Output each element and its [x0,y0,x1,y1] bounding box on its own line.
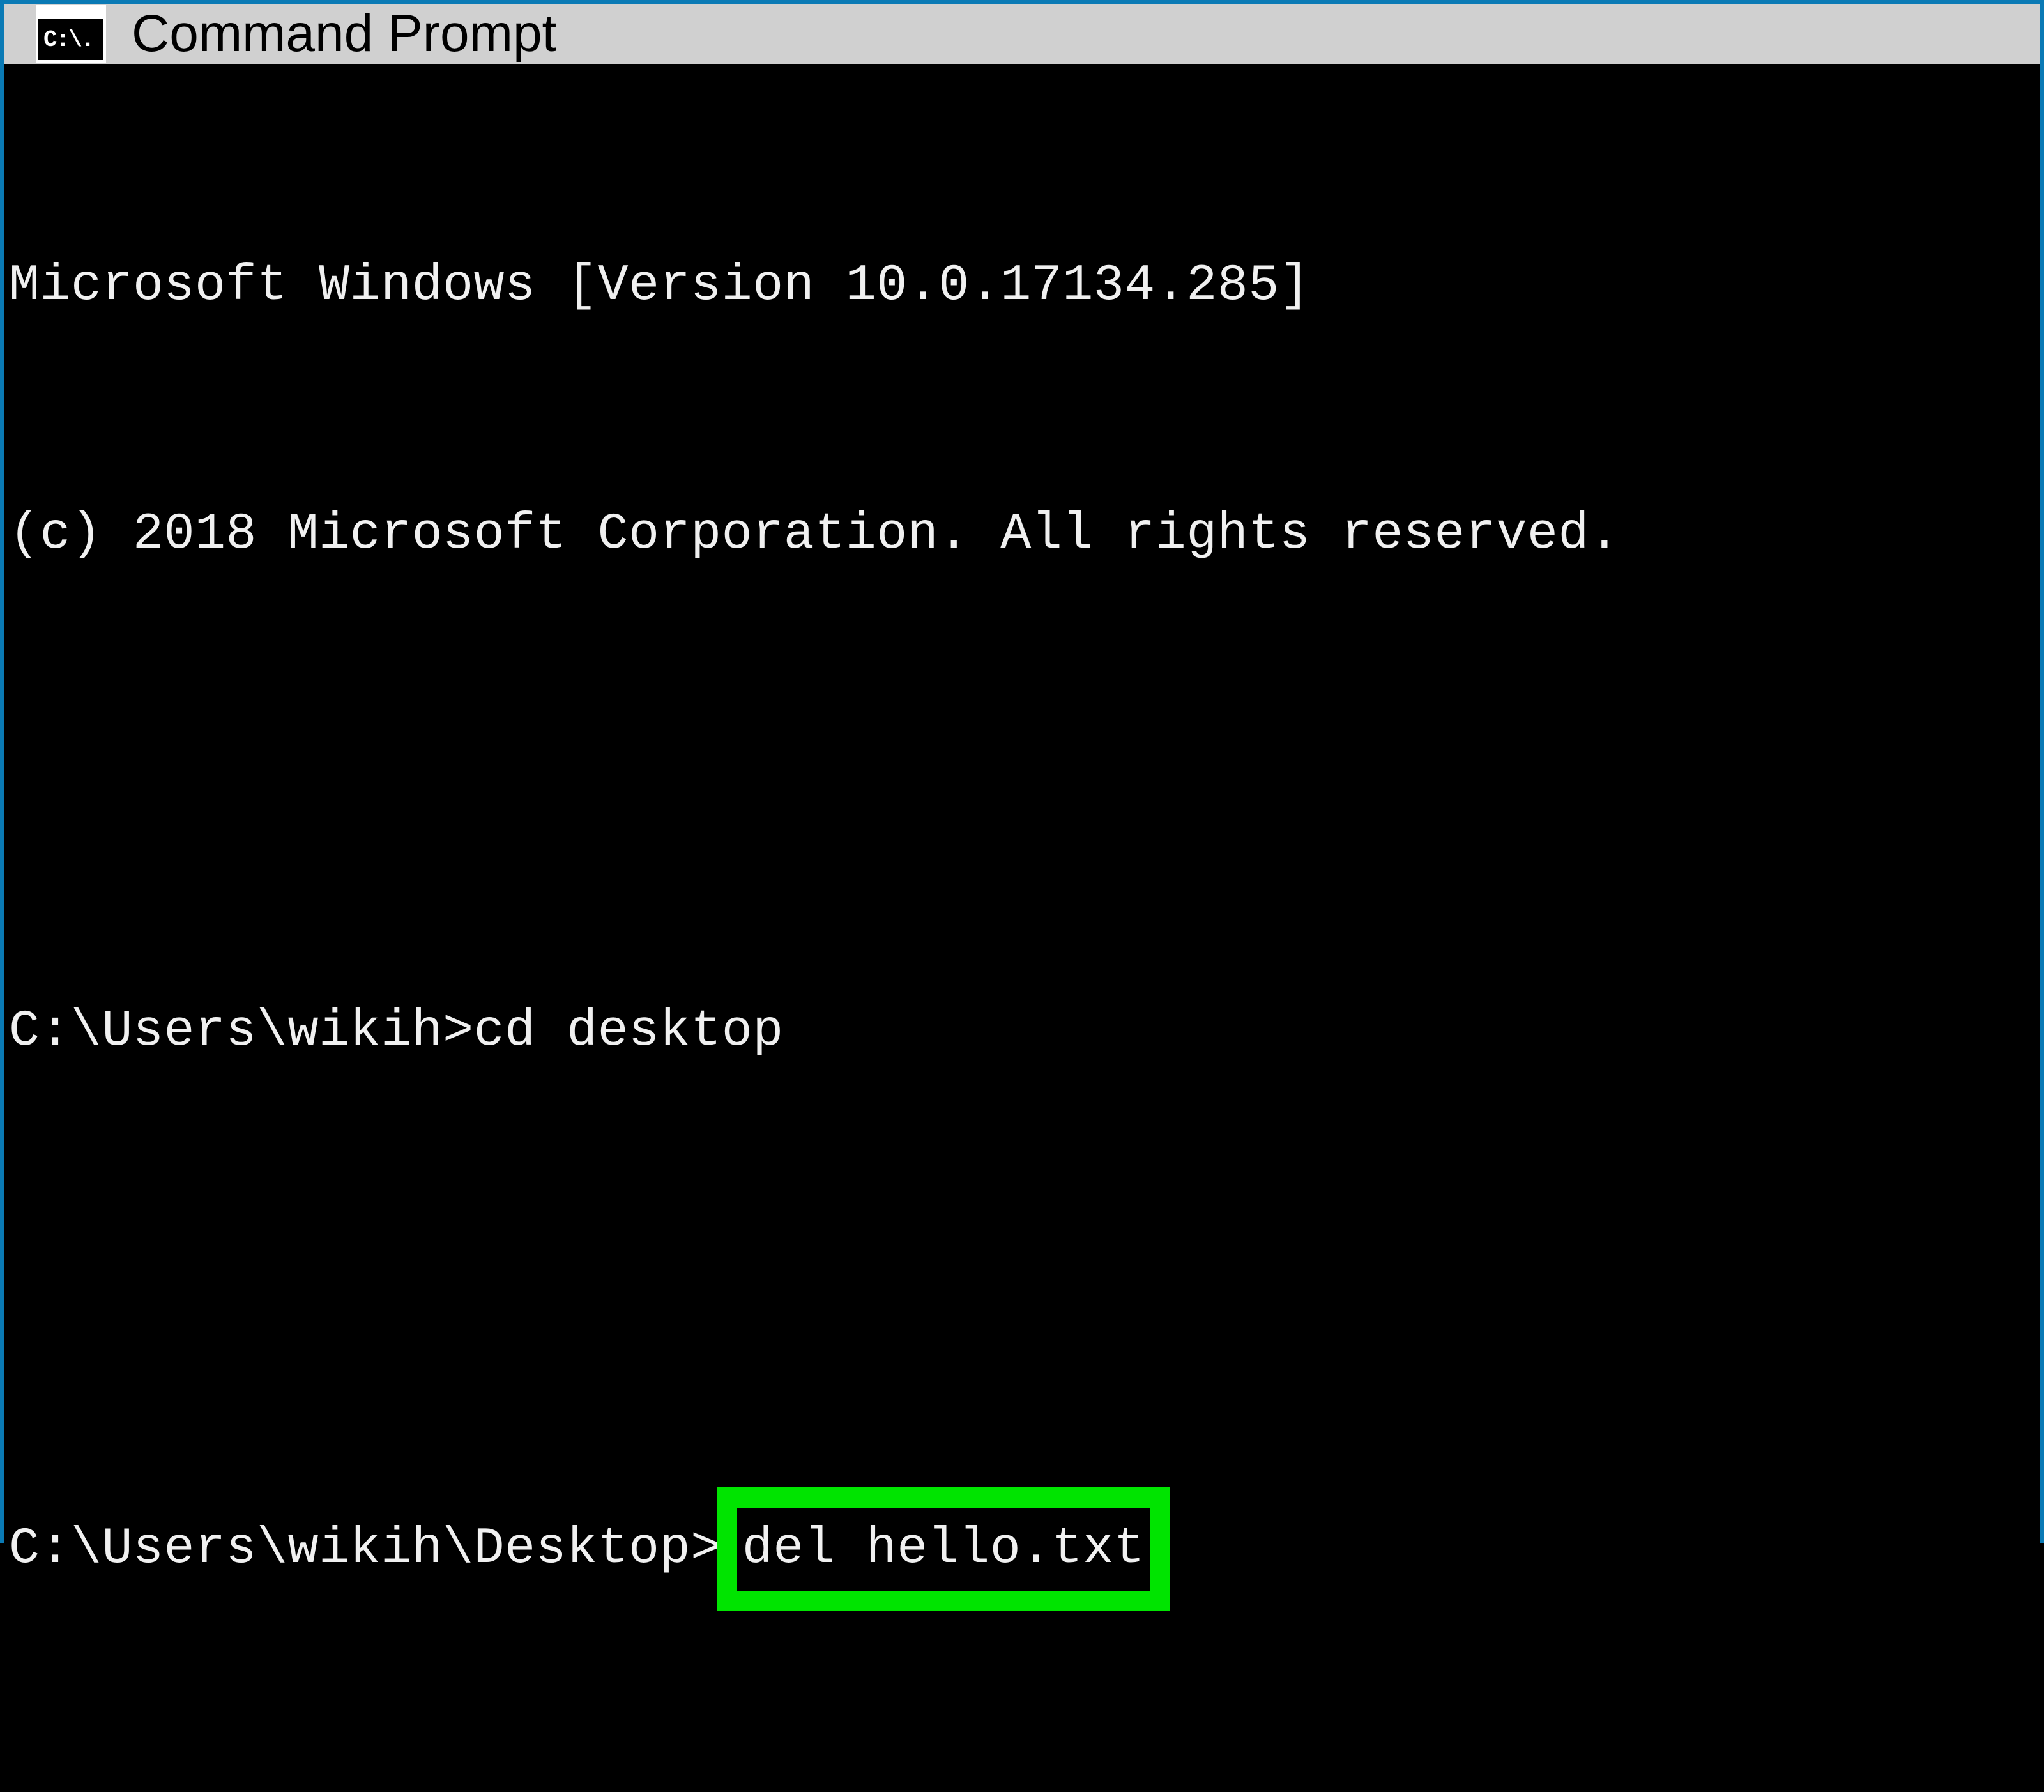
prompt-line-2: C:\Users\wikih\Desktop>del hello.txt [9,1487,2035,1611]
command-1: cd desktop [474,990,784,1073]
terminal-area[interactable]: Microsoft Windows [Version 10.0.17134.28… [4,64,2040,1792]
prompt-line-1: C:\Users\wikih>cd desktop [9,990,2035,1073]
icon-label: C:\. [43,27,93,53]
blank-line [9,742,2035,825]
version-line: Microsoft Windows [Version 10.0.17134.28… [9,245,2035,328]
copyright-line: (c) 2018 Microsoft Corporation. All righ… [9,493,2035,576]
window-title: Command Prompt [132,4,556,64]
command-prompt-window: C:\. Command Prompt Microsoft Windows [V… [0,0,2044,1543]
titlebar[interactable]: C:\. Command Prompt [4,4,2040,64]
command-prompt-icon: C:\. [36,5,106,63]
highlighted-command: del hello.txt [717,1487,1171,1611]
prompt-2: C:\Users\wikih\Desktop> [9,1508,722,1591]
blank-line [9,1239,2035,1322]
prompt-1: C:\Users\wikih> [9,990,474,1073]
